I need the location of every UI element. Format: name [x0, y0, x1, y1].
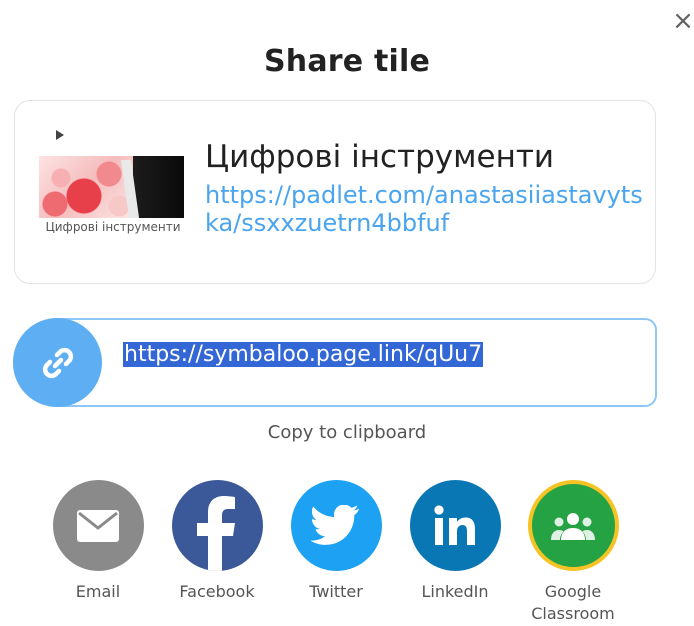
share-link-field: https://symbaloo.page.link/qUu7: [13, 318, 657, 407]
tile-url-link[interactable]: https://padlet.com/anastasiiastavytska/s…: [205, 181, 645, 237]
share-link-text: https://symbaloo.page.link/qUu7: [123, 342, 484, 367]
share-twitter-label: Twitter: [309, 582, 363, 601]
close-icon[interactable]: ×: [670, 6, 694, 36]
share-targets: Email Facebook Twitter LinkedIn Google C…: [52, 480, 652, 626]
share-tile-dialog: × Share tile Цифрові інструменти Цифрові…: [0, 0, 694, 626]
share-google-classroom-button[interactable]: Google Classroom: [513, 480, 633, 625]
share-facebook-button[interactable]: Facebook: [157, 480, 277, 603]
share-linkedin-label: LinkedIn: [421, 582, 489, 601]
facebook-icon: [171, 480, 263, 571]
thumbnail-dark-panel: [133, 156, 184, 218]
linkedin-icon: [409, 480, 501, 571]
thumbnail-caption: Цифрові інструменти: [45, 220, 181, 234]
google-classroom-icon: [527, 480, 619, 571]
tile-preview-card: Цифрові інструменти Цифрові інструменти …: [14, 100, 656, 284]
envelope-icon: [52, 480, 144, 571]
share-email-label: Email: [75, 582, 121, 601]
link-icon[interactable]: [13, 318, 102, 407]
play-icon: [56, 130, 64, 140]
copy-to-clipboard-button[interactable]: Copy to clipboard: [0, 422, 694, 443]
dialog-title: Share tile: [263, 44, 431, 79]
twitter-icon: [290, 480, 382, 571]
share-email-button[interactable]: Email: [38, 480, 158, 603]
share-google-classroom-label: Google Classroom: [531, 582, 615, 623]
tile-thumbnail: [39, 156, 184, 218]
share-twitter-button[interactable]: Twitter: [276, 480, 396, 603]
share-link-input[interactable]: https://symbaloo.page.link/qUu7: [123, 342, 643, 382]
tile-name: Цифрові інструменти: [205, 139, 555, 175]
share-facebook-label: Facebook: [179, 582, 255, 601]
share-linkedin-button[interactable]: LinkedIn: [395, 480, 515, 603]
flowers-image: [39, 156, 133, 218]
